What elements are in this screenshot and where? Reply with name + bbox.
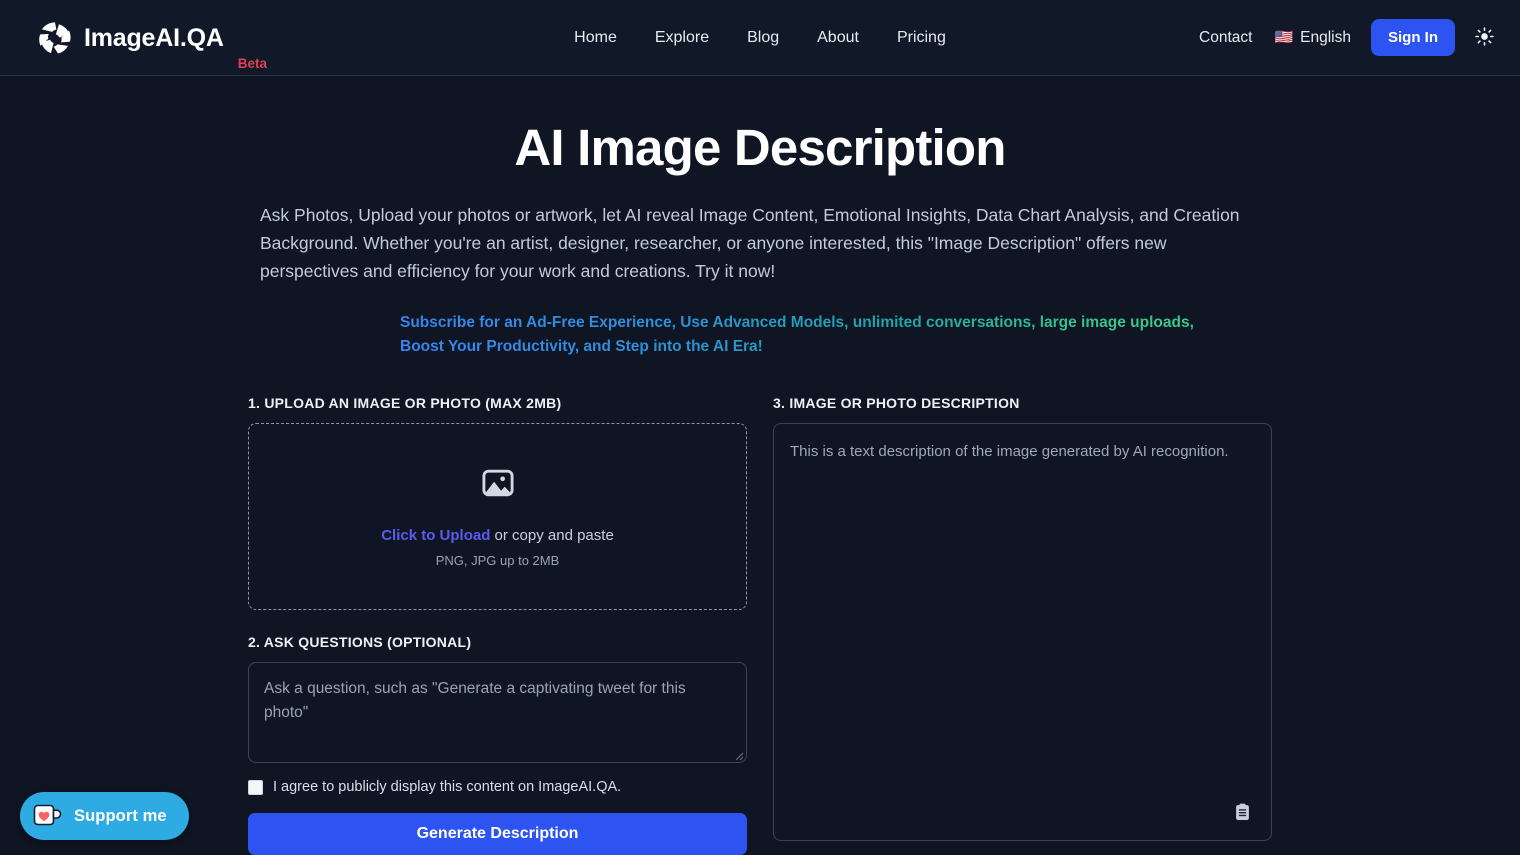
subscribe-promo-text[interactable]: Subscribe for an Ad-Free Experience, Use… [320, 311, 1200, 359]
question-section-label: 2. ASK QUESTIONS (OPTIONAL) [248, 634, 472, 650]
nav-item-blog[interactable]: Blog [747, 29, 779, 47]
page-title: AI Image Description [514, 119, 1006, 176]
main-nav: Home Explore Blog About Pricing [574, 29, 946, 47]
question-input[interactable] [249, 663, 746, 762]
main-content: AI Image Description Ask Photos, Upload … [0, 76, 1520, 855]
us-flag-icon: 🇺🇸 [1274, 29, 1294, 46]
sun-icon [1475, 26, 1494, 49]
language-label: English [1300, 28, 1351, 46]
beta-badge: Beta [237, 56, 267, 71]
contact-link[interactable]: Contact [1199, 29, 1252, 47]
workspace: 1. UPLOAD AN IMAGE OR PHOTO (MAX 2MB) Cl… [248, 395, 1272, 855]
theme-toggle-button[interactable] [1471, 23, 1498, 53]
click-to-upload-link[interactable]: Click to Upload [381, 527, 490, 544]
header-actions: Contact 🇺🇸 English Sign In [1199, 19, 1506, 56]
agree-row: I agree to publicly display this content… [248, 779, 747, 795]
generate-description-button[interactable]: Generate Description [248, 813, 747, 855]
left-column: 1. UPLOAD AN IMAGE OR PHOTO (MAX 2MB) Cl… [248, 395, 747, 855]
upload-dropzone[interactable]: Click to Upload or copy and paste PNG, J… [248, 423, 747, 610]
description-output[interactable] [774, 424, 1271, 840]
hero-description: Ask Photos, Upload your photos or artwor… [260, 205, 1240, 281]
nav-item-pricing[interactable]: Pricing [897, 29, 946, 47]
brand-name: ImageAI.QA [84, 23, 224, 52]
agree-label[interactable]: I agree to publicly display this content… [273, 779, 621, 795]
right-column: 3. IMAGE OR PHOTO DESCRIPTION [773, 395, 1272, 855]
clipboard-icon [1234, 803, 1251, 824]
image-placeholder-icon [480, 465, 516, 506]
language-selector[interactable]: 🇺🇸 English [1274, 29, 1351, 47]
description-box [773, 423, 1272, 841]
question-box [248, 662, 747, 763]
support-me-label: Support me [74, 806, 167, 825]
site-header: ImageAI.QA Beta Home Explore Blog About … [0, 0, 1520, 76]
support-me-button[interactable]: Support me [20, 792, 189, 840]
agree-checkbox[interactable] [248, 779, 263, 795]
upload-hint: PNG, JPG up to 2MB [435, 553, 560, 568]
upload-cta-rest: or copy and paste [490, 527, 614, 544]
aperture-icon [38, 21, 72, 55]
upload-cta: Click to Upload or copy and paste [381, 527, 614, 544]
nav-item-explore[interactable]: Explore [655, 29, 709, 47]
sign-in-button[interactable]: Sign In [1371, 19, 1455, 56]
upload-section-label: 1. UPLOAD AN IMAGE OR PHOTO (MAX 2MB) [248, 395, 562, 411]
hero-section: AI Image Description Ask Photos, Upload … [248, 118, 1272, 359]
nav-item-home[interactable]: Home [574, 29, 617, 47]
description-section-label: 3. IMAGE OR PHOTO DESCRIPTION [773, 395, 1020, 411]
coffee-cup-heart-icon [33, 803, 63, 830]
copy-description-button[interactable] [1232, 801, 1253, 826]
brand-logo-link[interactable]: ImageAI.QA Beta [38, 0, 267, 76]
nav-item-about[interactable]: About [817, 29, 859, 47]
